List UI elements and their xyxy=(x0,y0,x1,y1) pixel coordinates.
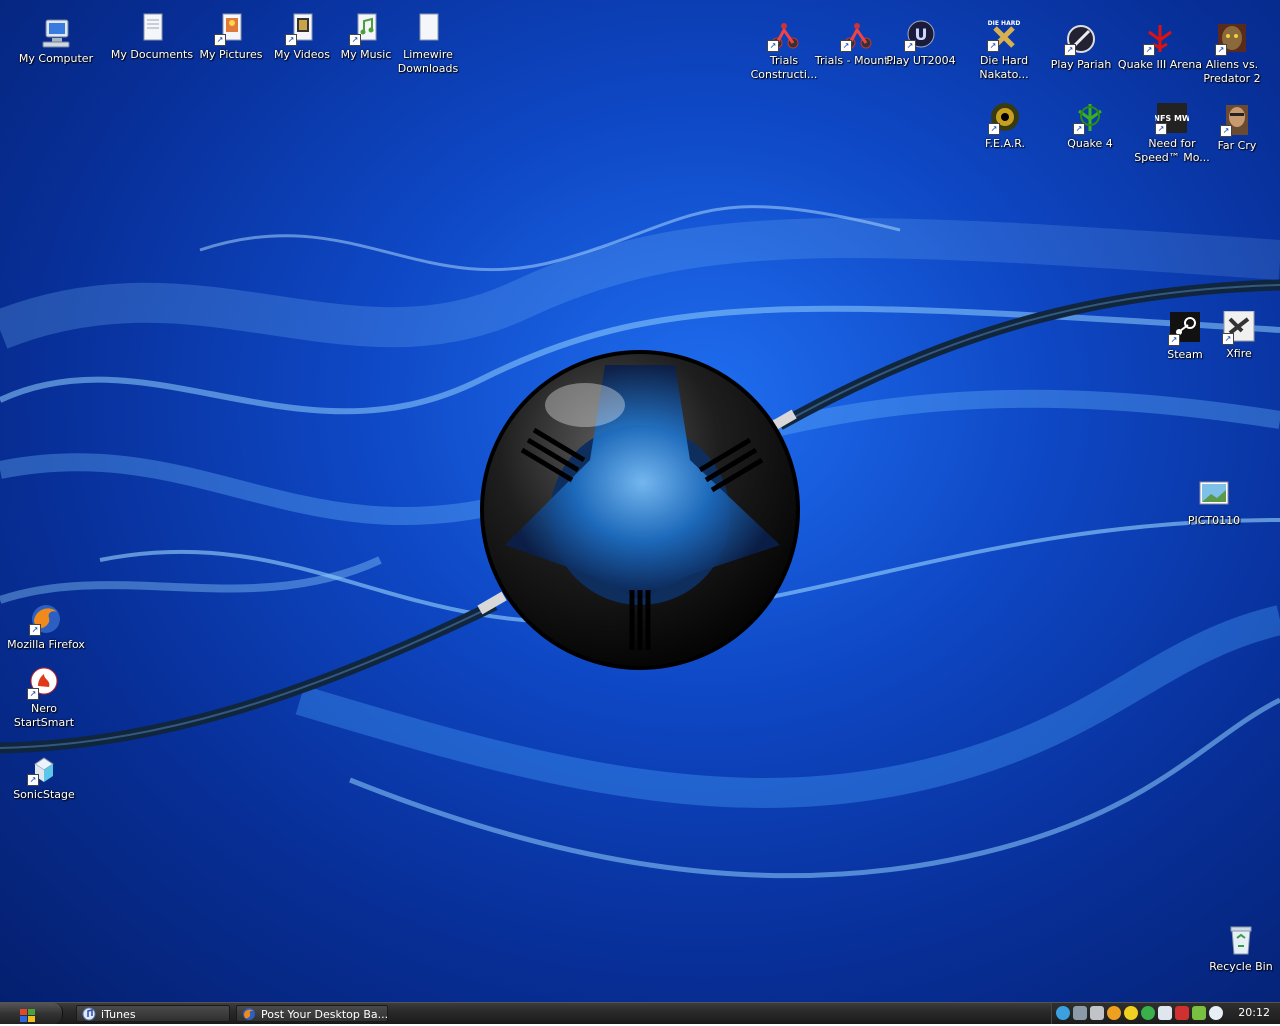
icon-label: Limewire Downloads xyxy=(397,48,459,75)
quake3-icon: ↗ xyxy=(1143,22,1177,56)
die-hard-icon: DIE HARD ↗ xyxy=(987,18,1021,52)
icon-label: Play UT2004 xyxy=(886,54,956,67)
icon-label: My Documents xyxy=(110,48,194,61)
trials-icon: ↗ xyxy=(767,18,801,52)
xfire-icon: ↗ xyxy=(1222,310,1256,345)
desktop-icon-xfire[interactable]: ↗ Xfire xyxy=(1195,310,1280,361)
network-icon[interactable] xyxy=(1073,1006,1087,1020)
firefox-icon: ↗ xyxy=(29,602,63,636)
icon-label: Mozilla Firefox xyxy=(7,638,85,651)
shortcut-arrow-icon: ↗ xyxy=(1143,44,1155,56)
icon-label: Nero StartSmart xyxy=(13,702,75,729)
icon-label: Xfire xyxy=(1226,347,1252,360)
desktop-icon-pict0110[interactable]: PICT0110 xyxy=(1170,478,1258,528)
security-icon[interactable] xyxy=(1158,1006,1172,1020)
windows-logo-icon xyxy=(20,1007,36,1022)
die-hard-badge: DIE HARD xyxy=(988,20,1021,27)
desktop-icon-play-pariah[interactable]: ↗ Play Pariah xyxy=(1037,22,1125,72)
icon-label: Aliens vs. Predator 2 xyxy=(1203,58,1261,85)
fear-icon: ↗ xyxy=(988,101,1022,135)
desktop-icon-limewire-downloads[interactable]: Limewire Downloads xyxy=(384,12,472,76)
shortcut-arrow-icon: ↗ xyxy=(1220,125,1232,137)
usb-icon[interactable] xyxy=(1090,1006,1104,1020)
desktop-icon-mozilla-firefox[interactable]: ↗ Mozilla Firefox xyxy=(2,602,90,652)
quake4-icon: ↗ xyxy=(1073,101,1107,135)
xfire-tray-icon[interactable] xyxy=(1175,1006,1189,1020)
recycle-bin-icon xyxy=(1224,924,1258,958)
shortcut-arrow-icon: ↗ xyxy=(1222,333,1234,345)
icon-label: Quake 4 xyxy=(1067,137,1113,150)
battery-icon[interactable] xyxy=(1192,1006,1206,1020)
folder-videos-icon: ↗ xyxy=(285,12,319,46)
icon-label: Play Pariah xyxy=(1050,58,1112,71)
start-button[interactable] xyxy=(0,1003,63,1024)
nero-icon: ↗ xyxy=(27,666,61,700)
nfs-badge: NFS MW xyxy=(1155,114,1189,123)
icon-label: Far Cry xyxy=(1217,139,1257,152)
shortcut-arrow-icon: ↗ xyxy=(214,34,226,46)
taskbar-item-itunes[interactable]: iTunes xyxy=(76,1005,230,1022)
system-tray: 20:12 xyxy=(1051,1003,1280,1024)
folder-documents-icon xyxy=(135,12,169,46)
desktop-icon-die-hard[interactable]: DIE HARD ↗ Die Hard Nakato... xyxy=(960,18,1048,82)
desktop-icon-my-documents[interactable]: My Documents xyxy=(108,12,196,62)
folder-pictures-icon: ↗ xyxy=(214,12,248,46)
shortcut-arrow-icon: ↗ xyxy=(904,40,916,52)
itunes-icon xyxy=(82,1007,96,1021)
msn-icon[interactable] xyxy=(1124,1006,1138,1020)
desktop[interactable]: My Computer My Documents ↗ My Pictures ↗… xyxy=(0,0,1280,1002)
shortcut-arrow-icon: ↗ xyxy=(349,34,361,46)
desktop-icon-nero-startsmart[interactable]: ↗ Nero StartSmart xyxy=(0,666,88,730)
nfs-icon: NFS MW ↗ xyxy=(1153,101,1191,135)
desktop-icon-recycle-bin[interactable]: Recycle Bin xyxy=(1197,924,1280,974)
shortcut-arrow-icon: ↗ xyxy=(1215,44,1227,56)
shortcut-arrow-icon: ↗ xyxy=(1168,334,1180,346)
shortcut-arrow-icon: ↗ xyxy=(1064,44,1076,56)
avp2-icon: ↗ xyxy=(1215,22,1249,56)
vlc-icon[interactable] xyxy=(1107,1006,1121,1020)
volume-icon[interactable] xyxy=(1209,1006,1223,1020)
shortcut-arrow-icon: ↗ xyxy=(767,40,779,52)
clock[interactable]: 20:12 xyxy=(1238,1006,1270,1020)
icon-label: Recycle Bin xyxy=(1209,960,1273,973)
icon-label: F.E.A.R. xyxy=(984,137,1026,150)
taskbar-item-label: Post Your Desktop Ba... xyxy=(261,1008,388,1021)
icon-label: Die Hard Nakato... xyxy=(979,54,1029,81)
taskbar-item-label: iTunes xyxy=(101,1008,136,1021)
icon-label: SonicStage xyxy=(13,788,75,801)
image-file-icon xyxy=(1197,478,1231,512)
computer-icon xyxy=(39,16,73,50)
shortcut-arrow-icon: ↗ xyxy=(27,688,39,700)
shortcut-arrow-icon: ↗ xyxy=(1155,123,1167,135)
ut2004-icon: U ↗ xyxy=(904,18,938,52)
shortcut-arrow-icon: ↗ xyxy=(29,624,41,636)
trials-icon: ↗ xyxy=(840,18,874,52)
taskbar-item-firefox[interactable]: Post Your Desktop Ba... xyxy=(236,1005,388,1022)
skype-icon[interactable] xyxy=(1056,1006,1070,1020)
shortcut-arrow-icon: ↗ xyxy=(988,123,1000,135)
desktop-icon-far-cry[interactable]: ↗ Far Cry xyxy=(1193,103,1280,153)
desktop-icon-sonicstage[interactable]: ↗ SonicStage xyxy=(0,752,88,802)
desktop-icon-aliens-vs-predator-2[interactable]: ↗ Aliens vs. Predator 2 xyxy=(1188,22,1276,86)
icon-label: PICT0110 xyxy=(1187,514,1241,527)
desktop-icon-quake4[interactable]: ↗ Quake 4 xyxy=(1046,101,1134,151)
icon-label: My Computer xyxy=(18,52,94,65)
shortcut-arrow-icon: ↗ xyxy=(1073,123,1085,135)
pariah-icon: ↗ xyxy=(1064,22,1098,56)
desktop-icon-fear[interactable]: ↗ F.E.A.R. xyxy=(961,101,1049,151)
svg-text:U: U xyxy=(915,25,928,44)
folder-music-icon: ↗ xyxy=(349,12,383,46)
shortcut-arrow-icon: ↗ xyxy=(987,40,999,52)
shortcut-arrow-icon: ↗ xyxy=(840,40,852,52)
shortcut-arrow-icon: ↗ xyxy=(285,34,297,46)
sonicstage-icon: ↗ xyxy=(27,752,61,786)
farcry-icon: ↗ xyxy=(1220,103,1254,137)
folder-icon xyxy=(411,12,445,46)
desktop-icon-play-ut2004[interactable]: U ↗ Play UT2004 xyxy=(877,18,965,68)
globe-icon[interactable] xyxy=(1141,1006,1155,1020)
shortcut-arrow-icon: ↗ xyxy=(27,774,39,786)
firefox-icon xyxy=(242,1007,256,1021)
taskbar: iTunes Post Your Desktop Ba... 20:12 xyxy=(0,1002,1280,1024)
desktop-icon-my-computer[interactable]: My Computer xyxy=(12,16,100,66)
